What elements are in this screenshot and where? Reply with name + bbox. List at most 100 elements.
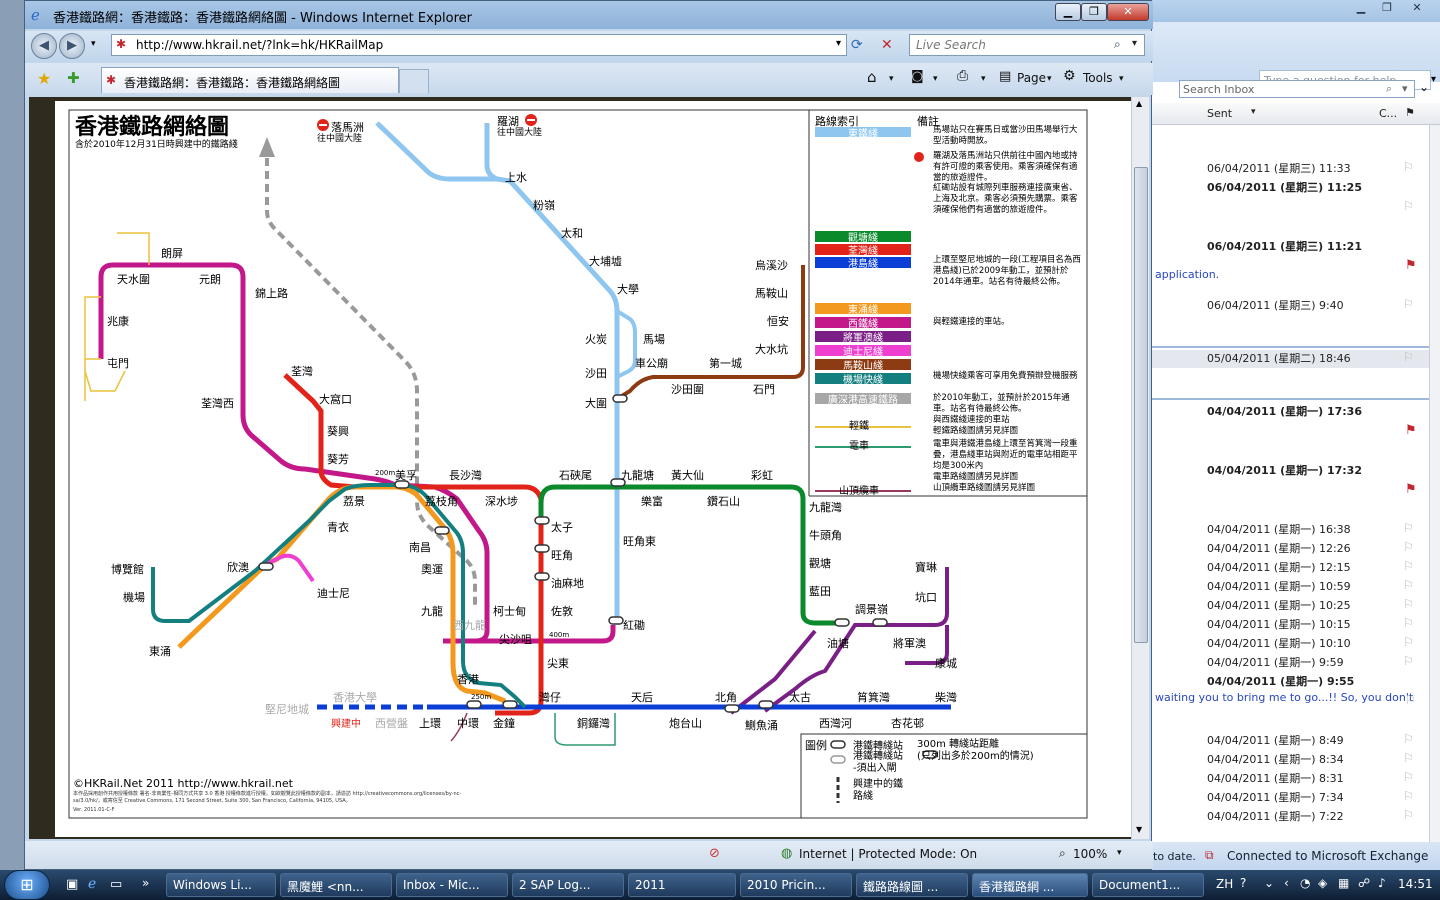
recent-pages-icon[interactable]: ▾ [91, 39, 96, 49]
flag-icon[interactable]: ⚐ [1403, 559, 1414, 573]
forward-button[interactable]: ▶ [59, 33, 85, 59]
tray-icon[interactable]: ‹ [1284, 876, 1289, 890]
flag-icon[interactable]: ⚐ [1403, 751, 1414, 765]
page-menu[interactable]: Page [1017, 71, 1046, 85]
taskbar-item[interactable]: Windows Li... [166, 873, 276, 897]
tray-icon[interactable]: ◔ [1300, 876, 1310, 890]
phishing-filter-icon[interactable]: ⊘ [709, 846, 720, 861]
ie-quicklaunch-icon[interactable]: ℯ [88, 876, 96, 892]
flag-icon[interactable]: ⚐ [1403, 521, 1414, 535]
scrollbar-thumb[interactable] [1134, 167, 1148, 643]
feeds-icon[interactable]: ◙ [911, 69, 924, 84]
taskbar-item[interactable]: Inbox - Mic... [396, 873, 508, 897]
favorites-star-icon[interactable]: ★ [37, 69, 51, 88]
taskbar-item[interactable]: Document1... [1092, 873, 1204, 897]
tab-hkrail[interactable]: ✱ 香港鐵路網：香港鐵路：香港鐵路網絡圖 [101, 67, 399, 93]
refresh-icon[interactable]: ⟳ [851, 37, 863, 53]
chevron-down-icon[interactable]: ▾ [1047, 74, 1052, 84]
flag-icon[interactable]: ⚑ [1405, 423, 1417, 438]
chevron-down-icon[interactable]: ▾ [981, 74, 986, 84]
station-kennedy-town: 堅尼地城 [265, 703, 309, 716]
volume-icon[interactable]: ♪ [1378, 876, 1386, 890]
chevron-down-icon[interactable]: ▾ [1132, 38, 1137, 49]
language-indicator[interactable]: ZH [1216, 877, 1233, 891]
scroll-up-icon[interactable]: ▲ [1136, 99, 1142, 108]
chevron-down-icon[interactable]: ▾ [1117, 848, 1122, 858]
show-desktop-icon[interactable]: ▣ [66, 877, 78, 892]
flag-icon[interactable]: ⚐ [1403, 160, 1414, 174]
flag-column-icon[interactable]: ⚑ [1405, 106, 1415, 119]
zoom-icon[interactable]: ⌕ [1059, 846, 1066, 861]
chevron-down-icon[interactable]: ▾ [1402, 82, 1408, 95]
chevron-down-icon[interactable]: ▾ [836, 38, 841, 49]
network-icon[interactable]: ☍ [1358, 876, 1370, 890]
flag-icon[interactable]: ⚐ [1405, 693, 1416, 707]
zoom-level[interactable]: 100% [1073, 847, 1107, 861]
taskbar-item[interactable]: 黑魔鯉 <nn... [280, 873, 392, 897]
url-input[interactable]: ✱ http://www.hkrail.net/?lnk=hk/HKRailMap… [111, 34, 847, 56]
chevron-down-icon[interactable]: ▾ [1431, 74, 1436, 85]
back-button[interactable]: ◀ [31, 33, 57, 59]
flag-icon[interactable]: ⚑ [1405, 482, 1417, 497]
flag-icon[interactable]: ⚐ [1403, 578, 1414, 592]
flag-icon[interactable]: ⚐ [1403, 350, 1414, 364]
flag-icon[interactable]: ⚐ [1403, 789, 1414, 803]
minimize-icon[interactable]: ▁ [1349, 1, 1373, 17]
flag-icon[interactable]: ⚐ [1403, 199, 1414, 213]
help-icon[interactable]: ? [1240, 876, 1246, 890]
flag-icon[interactable]: ⚐ [1403, 654, 1414, 668]
chevron-down-icon[interactable]: ▾ [933, 74, 938, 84]
flag-icon[interactable]: ⚐ [1403, 616, 1414, 630]
stop-icon[interactable]: ✕ [881, 37, 893, 53]
new-tab-button[interactable] [399, 69, 429, 93]
tab-row: ★ ✚ ✱ 香港鐵路網：香港鐵路：香港鐵路網絡圖 ⌂ ▾ ◙ ▾ ⎙ ▾ ▤ Pa… [25, 63, 1153, 95]
station-mong-kok-east: 旺角東 [623, 535, 656, 548]
gear-icon[interactable]: ⚙ [1063, 68, 1076, 84]
tray-icon[interactable]: ▦ [1338, 876, 1349, 890]
taskbar-item-active[interactable]: 香港鐵路網 ... [972, 873, 1088, 897]
maximize-button[interactable]: ❐ [1081, 3, 1107, 21]
flag-icon[interactable]: ⚐ [1403, 770, 1414, 784]
column-sent[interactable]: Sent [1207, 107, 1232, 120]
scroll-down-icon[interactable]: ▼ [1136, 825, 1142, 834]
more-quicklaunch-icon[interactable]: » [142, 876, 149, 890]
live-search-input[interactable]: Live Search ⌕ ▾ [909, 34, 1145, 56]
print-icon[interactable]: ⎙ [957, 68, 968, 84]
flag-icon[interactable]: ⚐ [1403, 732, 1414, 746]
taskbar-item[interactable]: 2 SAP Log... [512, 873, 624, 897]
taskbar-item[interactable]: 2010 Pricin... [740, 873, 852, 897]
tools-menu[interactable]: Tools [1083, 71, 1113, 85]
taskbar-item[interactable]: 鐵路路線圖 ... [856, 873, 968, 897]
flag-icon[interactable]: ⚐ [1403, 540, 1414, 554]
close-icon[interactable]: ✕ [1405, 1, 1429, 17]
tray-icon[interactable]: ◈ [1318, 876, 1327, 890]
security-zone[interactable]: Internet | Protected Mode: On [799, 847, 977, 861]
flag-icon[interactable]: ⚐ [1403, 635, 1414, 649]
message-list-scrollbar[interactable] [1429, 125, 1440, 842]
chevron-down-icon[interactable]: ▾ [1119, 74, 1124, 84]
column-category[interactable]: C... [1379, 107, 1397, 120]
inbox-search-input[interactable]: Search Inbox ⌕ ▾ [1179, 80, 1415, 98]
minimize-button[interactable]: ▁ [1055, 3, 1081, 21]
expand-icon[interactable]: ⌄ [1419, 80, 1429, 94]
taskbar-item[interactable]: 2011 [628, 873, 736, 897]
switch-windows-icon[interactable]: ▭ [110, 877, 122, 892]
message-row[interactable]: 05/04/2011 (星期二) 18:46 ⚐ [1151, 350, 1429, 368]
flag-icon[interactable]: ⚐ [1403, 297, 1414, 311]
vertical-scrollbar[interactable]: ▲ ▼ [1131, 97, 1149, 839]
start-button[interactable]: ⊞ [4, 870, 50, 900]
search-icon[interactable]: ⌕ [1114, 37, 1121, 52]
flag-icon[interactable]: ⚑ [1405, 258, 1417, 273]
close-button[interactable]: ✕ [1107, 3, 1149, 21]
clock[interactable]: 14:51 [1398, 877, 1433, 891]
flag-icon[interactable]: ⚐ [1403, 808, 1414, 822]
maximize-icon[interactable]: ❐ [1375, 1, 1399, 17]
home-icon[interactable]: ⌂ [867, 68, 877, 86]
tray-icon[interactable]: ⌄ [1264, 876, 1274, 890]
flag-icon[interactable]: ⚐ [1403, 597, 1414, 611]
exchange-status[interactable]: Connected to Microsoft Exchange [1227, 849, 1428, 863]
add-favorites-icon[interactable]: ✚ [67, 69, 80, 87]
status-text: to date. [1153, 850, 1196, 863]
search-icon[interactable]: ⌕ [1386, 82, 1392, 96]
chevron-down-icon[interactable]: ▾ [889, 74, 894, 84]
